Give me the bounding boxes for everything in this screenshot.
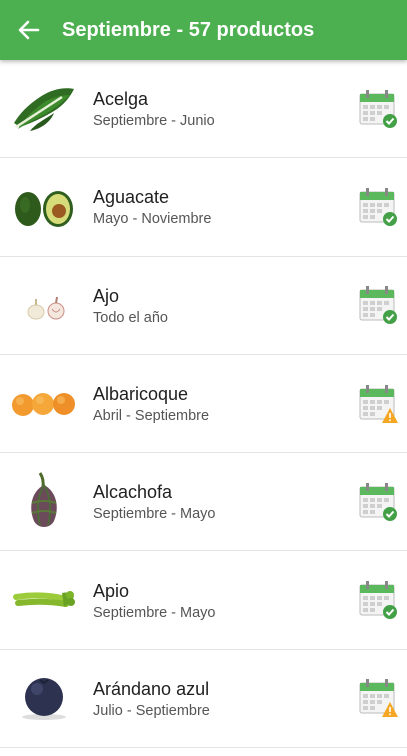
calendar-check-icon[interactable] xyxy=(357,284,399,326)
item-season: Septiembre - Mayo xyxy=(93,506,216,523)
list-item[interactable]: Acelga Septiembre - Junio xyxy=(0,60,407,159)
item-name: Apio xyxy=(93,580,130,601)
item-season: Julio - Septiembre xyxy=(93,702,210,719)
item-name: Arándano azul xyxy=(93,678,210,699)
celery-image xyxy=(8,569,80,631)
back-button[interactable] xyxy=(0,0,58,60)
item-season: Mayo - Noviembre xyxy=(93,211,212,228)
item-name: Aguacate xyxy=(93,187,170,208)
garlic-image xyxy=(8,274,80,336)
apricot-image xyxy=(8,373,80,435)
app-bar: Septiembre - 57 productos xyxy=(0,0,407,60)
blueberry-image xyxy=(8,667,80,729)
list-item[interactable]: Albaricoque Abril - Septiembre xyxy=(0,355,407,454)
calendar-check-icon[interactable] xyxy=(357,579,399,621)
item-name: Albaricoque xyxy=(93,384,189,405)
list-item[interactable]: Arándano azul Julio - Septiembre xyxy=(0,650,407,749)
list-item[interactable]: Apio Septiembre - Mayo xyxy=(0,551,407,650)
list-item[interactable]: Aguacate Mayo - Noviembre xyxy=(0,158,407,257)
item-season: Septiembre - Junio xyxy=(93,113,215,130)
item-name: Ajo xyxy=(93,285,120,306)
calendar-check-icon[interactable] xyxy=(357,481,399,523)
item-name: Alcachofa xyxy=(93,482,173,503)
list-item[interactable]: Ajo Todo el año xyxy=(0,257,407,355)
calendar-check-icon[interactable] xyxy=(357,88,399,130)
chard-image xyxy=(8,78,80,140)
item-season: Todo el año xyxy=(93,309,168,326)
item-season: Abril - Septiembre xyxy=(93,408,210,425)
list-item[interactable]: Alcachofa Septiembre - Mayo xyxy=(0,453,407,552)
avocado-image xyxy=(8,176,80,238)
calendar-check-icon[interactable] xyxy=(357,186,399,228)
product-list: Acelga Septiembre - Junio Aguacate Mayo … xyxy=(0,60,407,749)
arrow-left-icon xyxy=(18,20,40,40)
calendar-warning-icon[interactable] xyxy=(357,677,399,719)
page-title: Septiembre - 57 productos xyxy=(62,18,315,41)
calendar-warning-icon[interactable] xyxy=(357,383,399,425)
item-season: Septiembre - Mayo xyxy=(93,604,216,621)
artichoke-image xyxy=(8,471,80,533)
item-name: Acelga xyxy=(93,89,149,110)
